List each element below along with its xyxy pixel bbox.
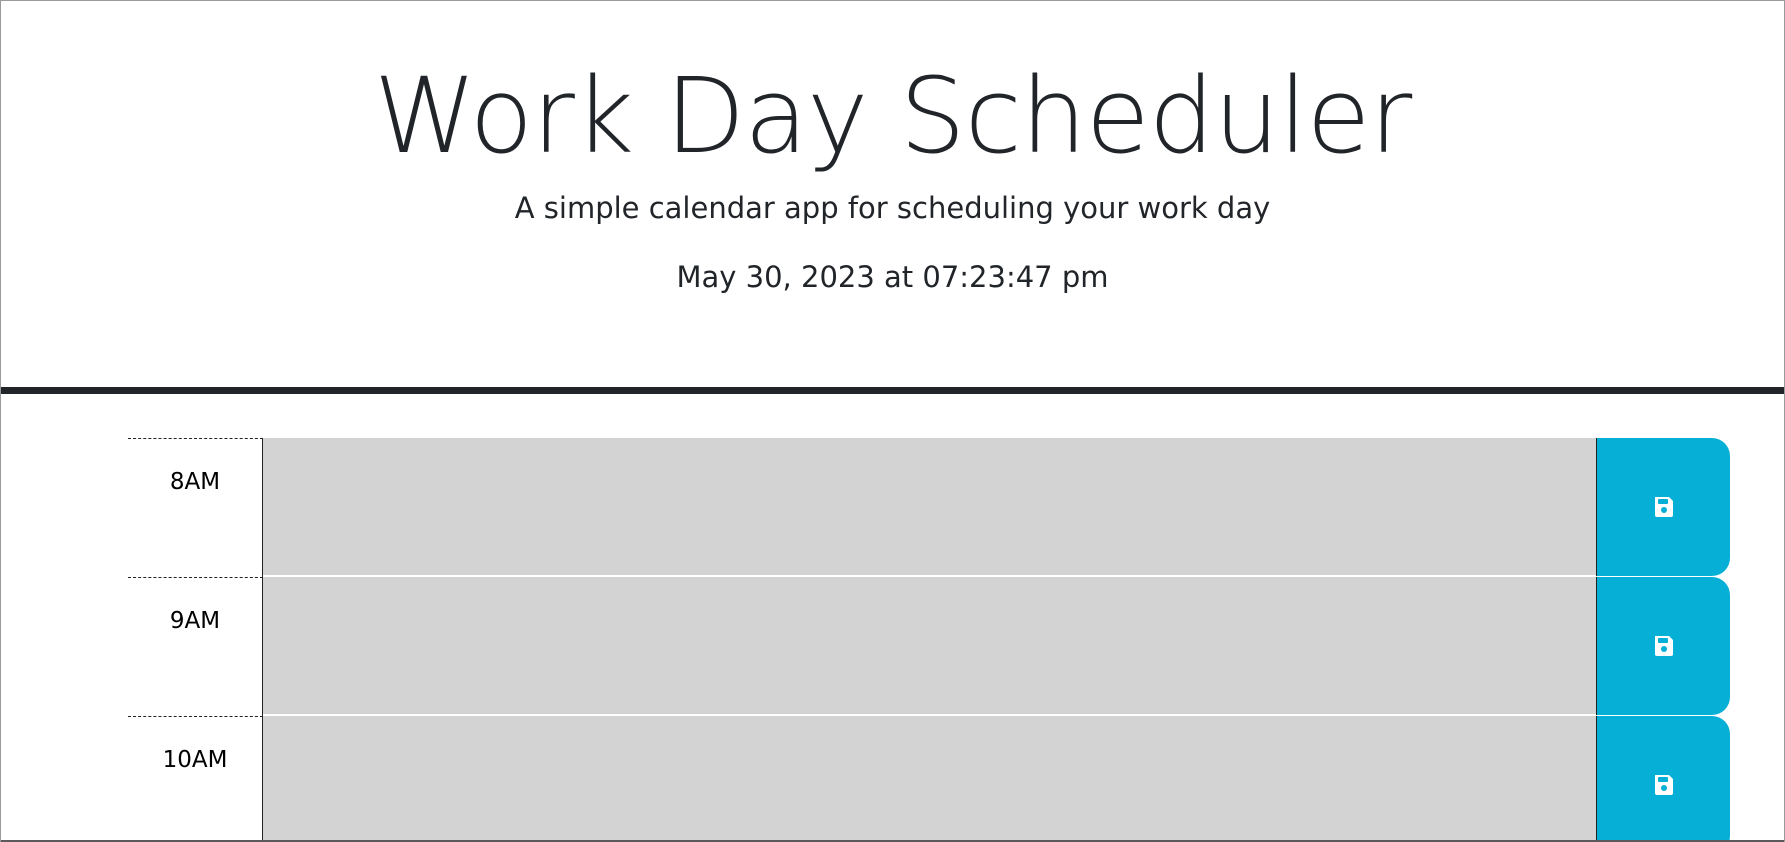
hour-label: 10AM bbox=[128, 716, 263, 842]
page-title: Work Day Scheduler bbox=[373, 55, 1413, 177]
save-icon bbox=[1654, 775, 1673, 795]
current-date-time: May 30, 2023 at 07:23:47 pm bbox=[676, 260, 1109, 294]
header: Work Day Scheduler A simple calendar app… bbox=[1, 1, 1784, 394]
hour-label: 8AM bbox=[128, 438, 263, 577]
schedule-container: 8AM 9AM 10AM bbox=[128, 438, 1730, 842]
save-button[interactable] bbox=[1596, 438, 1730, 576]
event-description-input[interactable] bbox=[263, 577, 1596, 715]
time-block-8am: 8AM bbox=[128, 438, 1730, 577]
event-description-input[interactable] bbox=[263, 716, 1596, 842]
scheduler-page: Work Day Scheduler A simple calendar app… bbox=[0, 0, 1785, 842]
save-icon bbox=[1654, 636, 1673, 656]
hour-label: 9AM bbox=[128, 577, 263, 716]
save-button[interactable] bbox=[1596, 716, 1730, 842]
save-icon bbox=[1654, 497, 1673, 517]
time-block-10am: 10AM bbox=[128, 716, 1730, 842]
page-subtitle: A simple calendar app for scheduling you… bbox=[514, 191, 1271, 225]
save-button[interactable] bbox=[1596, 577, 1730, 715]
time-block-9am: 9AM bbox=[128, 577, 1730, 716]
event-description-input[interactable] bbox=[263, 438, 1596, 576]
